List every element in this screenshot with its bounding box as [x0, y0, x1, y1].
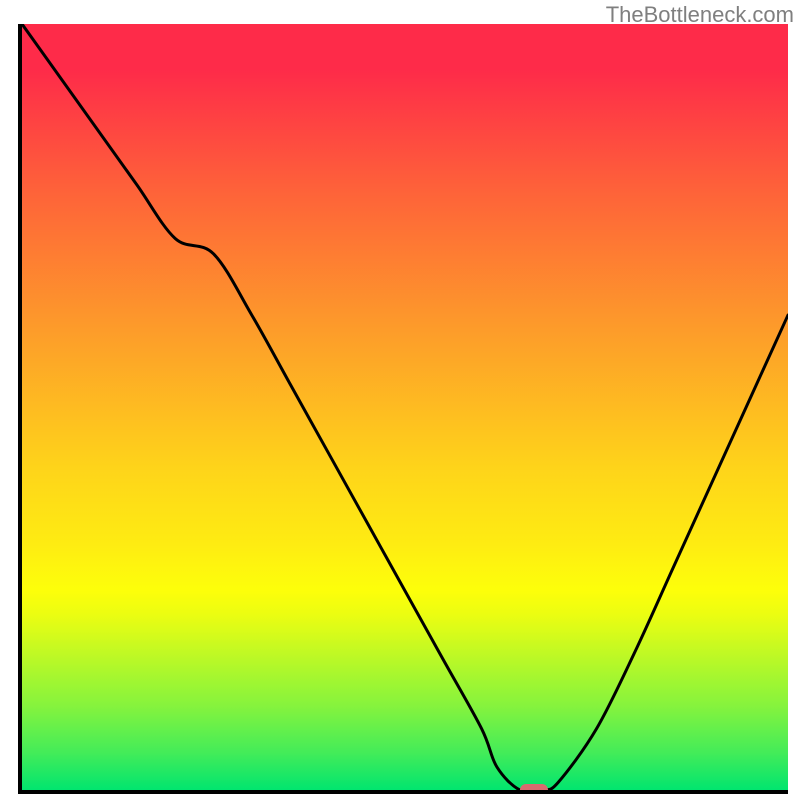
bottleneck-curve-path	[22, 24, 788, 790]
plot-area	[18, 24, 788, 794]
watermark-text: TheBottleneck.com	[606, 2, 794, 28]
optimal-marker	[520, 784, 548, 794]
bottleneck-chart: TheBottleneck.com	[0, 0, 800, 800]
curve-svg	[22, 24, 788, 790]
